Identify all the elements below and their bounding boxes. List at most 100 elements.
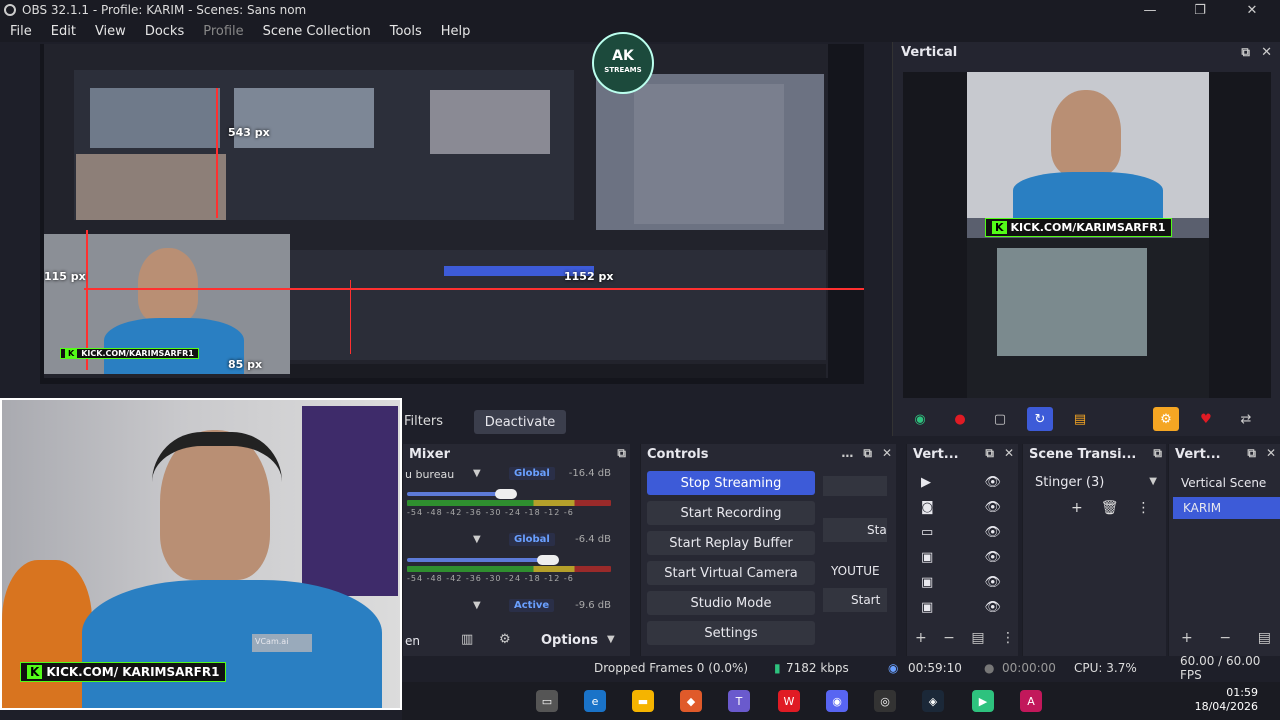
properties-icon[interactable]: ▤ xyxy=(1258,630,1271,646)
add-icon[interactable]: + xyxy=(915,630,927,646)
float-icon[interactable]: ⧉ xyxy=(1247,446,1256,461)
vertical-scene-header: Vertical Scene xyxy=(1181,476,1267,490)
eye-icon[interactable]: 👁 xyxy=(984,575,1001,590)
close-icon[interactable]: ✕ xyxy=(882,446,892,461)
filters-button[interactable]: Filters xyxy=(398,412,449,434)
side-button[interactable] xyxy=(823,476,887,496)
source-row[interactable]: ▶ 👁 xyxy=(913,471,1009,493)
volume-knob[interactable] xyxy=(495,489,517,499)
video-icon[interactable]: W xyxy=(778,690,800,712)
eye-icon[interactable]: 👁 xyxy=(984,475,1001,490)
gear-icon[interactable]: ⚙ xyxy=(499,632,511,647)
discord-icon[interactable]: ◉ xyxy=(826,690,848,712)
start-virtual-camera-button[interactable]: Start Virtual Camera xyxy=(647,561,815,585)
menu-scene-collection[interactable]: Scene Collection xyxy=(263,24,371,39)
remove-icon[interactable]: − xyxy=(943,630,955,646)
menu-profile[interactable]: Profile xyxy=(203,24,243,39)
deactivate-button[interactable]: Deactivate xyxy=(474,410,566,434)
window-icon[interactable]: ▭ xyxy=(536,690,558,712)
options-button[interactable]: Options xyxy=(541,633,598,648)
scene-item-karim[interactable]: KARIM xyxy=(1173,497,1280,519)
chevron-down-icon[interactable]: ▼ xyxy=(473,468,481,479)
maximize-button[interactable]: ❐ xyxy=(1180,0,1220,20)
vertical-sources-title: Vert... xyxy=(913,446,959,462)
meter-scale: -54 -48 -42 -36 -30 -24 -18 -12 -6 xyxy=(407,574,574,583)
add-icon[interactable]: + xyxy=(1071,500,1083,516)
side-button[interactable]: Start xyxy=(823,588,887,612)
close-icon[interactable]: ✕ xyxy=(1261,45,1272,60)
brave-icon[interactable]: ◆ xyxy=(680,690,702,712)
app-icon[interactable]: A xyxy=(1020,690,1042,712)
vertical-preview[interactable]: K KICK.COM/KARIMSARFR1 xyxy=(903,72,1271,398)
heart-icon[interactable]: ♥ xyxy=(1193,407,1219,431)
volume-slider[interactable] xyxy=(407,558,547,562)
menu-help[interactable]: Help xyxy=(441,24,471,39)
volume-slider[interactable] xyxy=(407,492,507,496)
app-icon[interactable]: ▶ xyxy=(972,690,994,712)
source-row[interactable]: ▣ 👁 xyxy=(913,546,1009,568)
steam-icon[interactable]: ◈ xyxy=(922,690,944,712)
start-replay-buffer-button[interactable]: Start Replay Buffer xyxy=(647,531,815,555)
source-row[interactable]: ◙ 👁 xyxy=(913,496,1009,518)
volume-knob[interactable] xyxy=(537,555,559,565)
edge-icon[interactable]: e xyxy=(584,690,606,712)
person-shirt xyxy=(82,580,382,708)
eye-icon[interactable]: 👁 xyxy=(984,500,1001,515)
menu-docks[interactable]: Docks xyxy=(145,24,184,39)
virtual-camera-icon[interactable]: ↻ xyxy=(1027,407,1053,431)
transition-select[interactable]: Stinger (3) ▼ xyxy=(1029,472,1163,494)
float-icon[interactable]: ⧉ xyxy=(1153,446,1162,461)
menu-view[interactable]: View xyxy=(95,24,126,39)
remove-icon[interactable]: − xyxy=(1219,630,1231,646)
more-icon[interactable]: ⋮ xyxy=(1137,500,1151,516)
menu-tools[interactable]: Tools xyxy=(390,24,422,39)
clock[interactable]: 01:59 18/04/2026 xyxy=(1195,686,1258,714)
menu-edit[interactable]: Edit xyxy=(51,24,76,39)
replay-buffer-icon[interactable]: ▢ xyxy=(987,407,1013,431)
chevron-down-icon[interactable]: ▼ xyxy=(607,634,615,645)
eye-icon[interactable]: 👁 xyxy=(984,600,1001,615)
trash-icon[interactable]: 🗑 xyxy=(1101,500,1119,516)
eye-icon[interactable]: 👁 xyxy=(984,525,1001,540)
menu-icon[interactable]: ⇄ xyxy=(1233,407,1259,431)
controls-title: Controls xyxy=(647,446,709,462)
minimize-button[interactable]: — xyxy=(1130,0,1170,20)
stop-streaming-button[interactable]: Stop Streaming xyxy=(647,471,815,495)
teams-icon[interactable]: T xyxy=(728,690,750,712)
source-row[interactable]: ▣ 👁 xyxy=(913,596,1009,618)
stream-icon[interactable]: ◉ xyxy=(907,407,933,431)
obs-taskbar-icon[interactable]: ◎ xyxy=(874,690,896,712)
add-icon[interactable]: + xyxy=(1181,630,1193,646)
ak-streams-logo: AK STREAMS xyxy=(592,32,654,94)
chevron-down-icon[interactable]: ▼ xyxy=(473,600,481,611)
channel-tag[interactable]: Active xyxy=(509,599,555,612)
chevron-down-icon[interactable]: ▼ xyxy=(473,534,481,545)
float-icon[interactable]: ⧉ xyxy=(617,446,626,461)
eye-icon[interactable]: 👁 xyxy=(984,550,1001,565)
channel-tag[interactable]: Global xyxy=(509,533,555,546)
side-button[interactable]: Sta xyxy=(823,518,887,542)
close-icon[interactable]: ✕ xyxy=(1266,446,1276,461)
settings-button[interactable]: Settings xyxy=(647,621,815,645)
close-icon[interactable]: ✕ xyxy=(1004,446,1014,461)
more-icon[interactable]: … xyxy=(841,446,853,461)
source-row[interactable]: ▣ 👁 xyxy=(913,571,1009,593)
logo-sub-text: STREAMS xyxy=(604,66,642,74)
menu-file[interactable]: File xyxy=(10,24,32,39)
chapter-icon[interactable]: ▤ xyxy=(1067,407,1093,431)
properties-icon[interactable]: ▤ xyxy=(971,630,984,646)
channel-tag[interactable]: Global xyxy=(509,467,555,480)
start-recording-button[interactable]: Start Recording xyxy=(647,501,815,525)
more-icon[interactable]: ⋮ xyxy=(1001,630,1015,646)
folder-icon[interactable]: ▬ xyxy=(632,690,654,712)
settings-icon[interactable]: ⚙ xyxy=(1153,407,1179,431)
float-icon[interactable]: ⧉ xyxy=(863,446,872,461)
float-icon[interactable]: ⧉ xyxy=(1241,45,1250,60)
float-icon[interactable]: ⧉ xyxy=(985,446,994,461)
studio-mode-button[interactable]: Studio Mode xyxy=(647,591,815,615)
main-preview[interactable]: 543 px 1152 px 115 px 85 px K KICK.COM/KA… xyxy=(40,44,864,384)
source-row[interactable]: ▭ 👁 xyxy=(913,521,1009,543)
columns-icon[interactable]: ▥ xyxy=(461,632,473,647)
close-window-button[interactable]: ✕ xyxy=(1232,0,1272,20)
record-icon[interactable]: ● xyxy=(947,407,973,431)
